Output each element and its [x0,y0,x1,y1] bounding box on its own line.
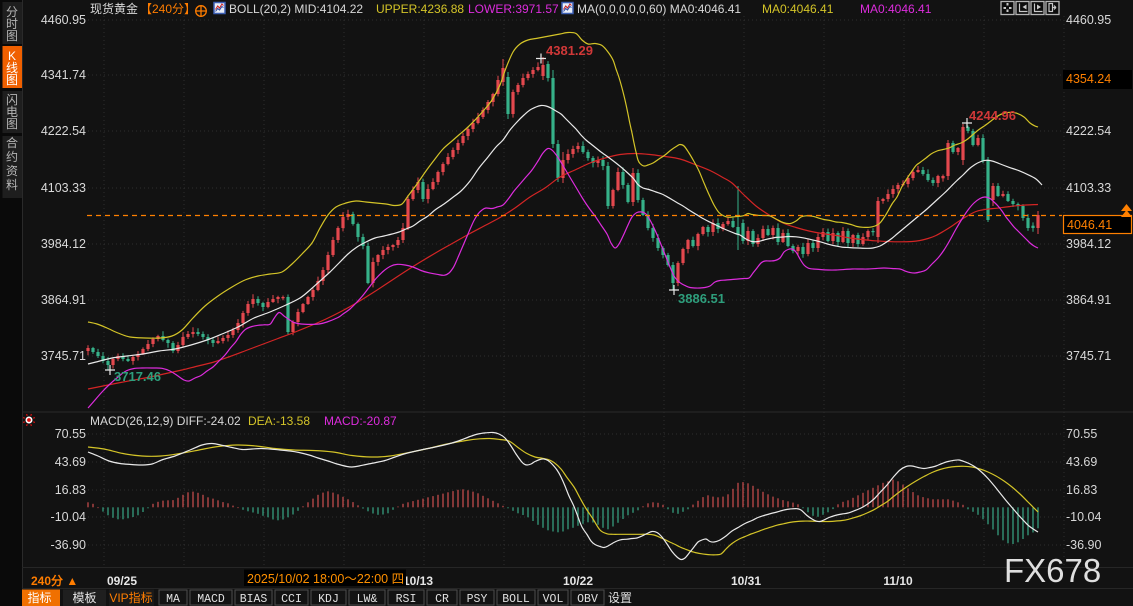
svg-text:UPPER:4236.88: UPPER:4236.88 [376,2,464,16]
svg-text:10/13: 10/13 [403,574,433,588]
svg-text:MACD:-20.87: MACD:-20.87 [324,414,397,428]
svg-text:LW&: LW& [357,593,378,606]
svg-text:RSI: RSI [396,593,417,606]
svg-text:BOLL: BOLL [502,593,530,606]
svg-text:MA: MA [166,593,180,606]
svg-text:4222.54: 4222.54 [41,124,86,138]
svg-text:10/22: 10/22 [563,574,593,588]
svg-text:2025/10/02 18:00～22:00 四: 2025/10/02 18:00～22:00 四 [247,572,404,586]
svg-text:设置: 设置 [608,591,632,605]
svg-text:3717.46: 3717.46 [114,369,161,384]
svg-text:KDJ: KDJ [318,593,339,606]
svg-text:DEA:-13.58: DEA:-13.58 [248,414,310,428]
svg-text:4460.95: 4460.95 [41,13,86,27]
svg-text:LOWER:3971.57: LOWER:3971.57 [468,2,559,16]
svg-text:PSY: PSY [467,593,488,606]
svg-text:合: 合 [6,135,18,150]
svg-text:约: 约 [6,149,18,164]
svg-text:70.55: 70.55 [1066,427,1097,441]
svg-text:现货黄金: 现货黄金 [90,1,138,16]
svg-text:3864.91: 3864.91 [1066,293,1111,307]
svg-text:MA0:4046.41: MA0:4046.41 [762,2,834,16]
svg-text:MA(0,0,0,0,0,60) MA0:4046.41: MA(0,0,0,0,0,60) MA0:4046.41 [577,2,741,16]
svg-text:图: 图 [6,73,18,87]
svg-text:资: 资 [6,164,18,178]
svg-text:-10.04: -10.04 [51,510,86,524]
svg-text:43.69: 43.69 [1066,455,1097,469]
svg-text:4046.41: 4046.41 [1067,218,1112,232]
svg-text:16.83: 16.83 [1066,483,1097,497]
svg-text:43.69: 43.69 [55,455,86,469]
svg-text:4460.95: 4460.95 [1066,13,1111,27]
svg-text:MA0:4046.41: MA0:4046.41 [860,2,932,16]
svg-text:BOLL(20,2) MID:4104.22: BOLL(20,2) MID:4104.22 [229,2,363,16]
svg-text:BIAS: BIAS [240,593,268,606]
svg-text:4354.24: 4354.24 [1066,72,1111,86]
svg-text:CR: CR [435,593,449,606]
svg-text:4244.96: 4244.96 [969,108,1016,123]
svg-text:OBV: OBV [577,593,598,606]
svg-text:4381.29: 4381.29 [546,43,593,58]
svg-text:FX678: FX678 [1004,552,1101,589]
svg-text:3864.91: 3864.91 [41,293,86,307]
svg-text:11/10: 11/10 [883,574,913,588]
svg-text:4103.33: 4103.33 [41,181,86,195]
svg-text:模板: 模板 [72,591,96,605]
svg-text:10/31: 10/31 [731,574,761,588]
svg-text:3886.51: 3886.51 [678,291,725,306]
svg-text:MACD: MACD [197,593,225,606]
svg-text:240分 ▲: 240分 ▲ [31,573,78,588]
svg-text:CCI: CCI [281,593,302,606]
svg-text:3984.12: 3984.12 [41,237,86,251]
svg-text:09/25: 09/25 [107,574,137,588]
svg-text:3984.12: 3984.12 [1066,237,1111,251]
svg-text:MACD(26,12,9) DIFF:-24.02: MACD(26,12,9) DIFF:-24.02 [90,414,241,428]
svg-text:指标: 指标 [27,590,51,605]
svg-text:70.55: 70.55 [55,427,86,441]
svg-text:4103.33: 4103.33 [1066,181,1111,195]
svg-text:-36.90: -36.90 [1066,538,1101,552]
svg-text:4222.54: 4222.54 [1066,124,1111,138]
svg-text:VIP指标: VIP指标 [109,590,152,605]
svg-text:【240分】: 【240分】 [140,2,196,16]
svg-text:-10.04: -10.04 [1066,510,1101,524]
svg-text:料: 料 [6,178,18,192]
svg-text:图: 图 [6,117,18,131]
svg-text:16.83: 16.83 [55,483,86,497]
svg-text:图: 图 [6,29,18,43]
svg-text:-36.90: -36.90 [51,538,86,552]
svg-text:VOL: VOL [543,593,564,606]
svg-text:3745.71: 3745.71 [1066,349,1111,363]
svg-text:4341.74: 4341.74 [41,68,86,82]
svg-text:3745.71: 3745.71 [41,349,86,363]
